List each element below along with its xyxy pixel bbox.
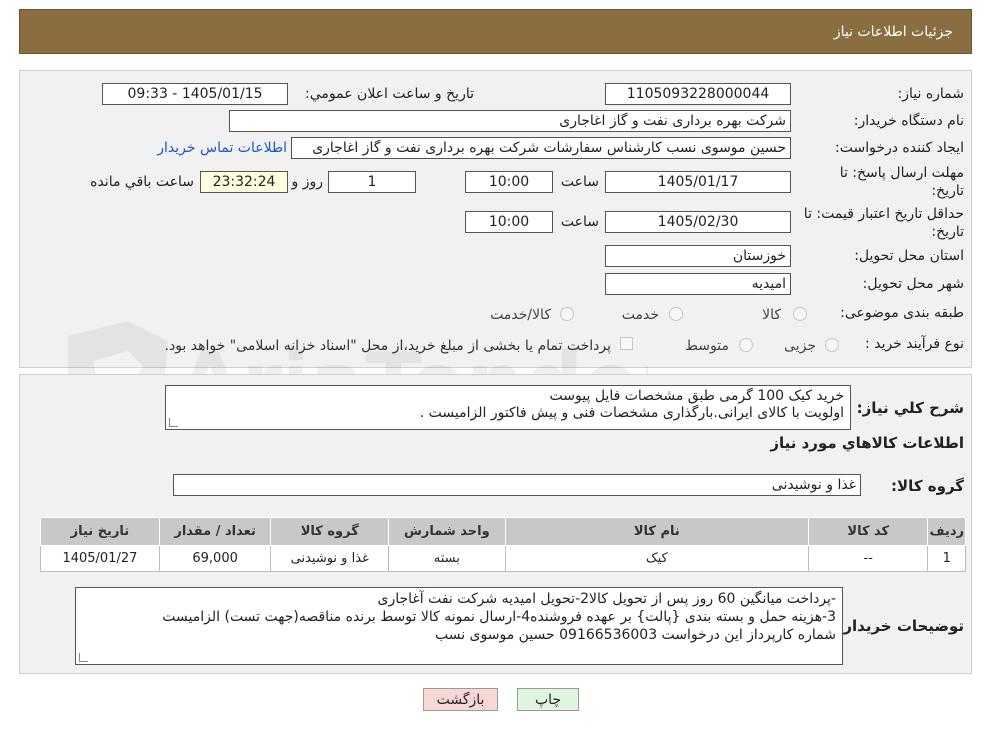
goods-info-panel: شرح کلي نياز: خرید کیک 100 گرمی طبق مشخص…	[19, 374, 972, 674]
creator-field[interactable]: حسین موسوی نسب کارشناس سفارشات شرکت بهره…	[291, 137, 791, 159]
cell-goods-code: --	[808, 545, 929, 572]
validity-date-field[interactable]: 1405/02/30	[605, 211, 791, 233]
creator-label: ایجاد کننده درخواست:	[835, 140, 964, 156]
cell-goods-name: کیک	[504, 545, 810, 572]
deadline-time-field[interactable]: 10:00	[465, 171, 553, 193]
validity-time-field[interactable]: 10:00	[465, 211, 553, 233]
page-title: جزئیات اطلاعات نیاز	[833, 23, 953, 40]
category-label: طبقه بندی موضوعی:	[840, 305, 964, 321]
resize-handle-icon[interactable]	[169, 418, 178, 427]
category-goods-service-label: کالا/خدمت	[490, 307, 551, 323]
cell-row-number: 1	[927, 545, 966, 572]
page-header: جزئیات اطلاعات نیاز	[19, 9, 972, 54]
description-textarea[interactable]: خرید کیک 100 گرمی طبق مشخصات فایل پیوست …	[165, 385, 851, 430]
goods-table: رديف کد کالا نام کالا واحد شمارش گروه کا…	[40, 517, 966, 572]
city-field[interactable]: امیدیه	[605, 273, 791, 295]
buyer-org-field[interactable]: شرکت بهره برداری نفت و گاز اغاجاری	[229, 110, 791, 132]
validity-time-label: ساعت	[560, 214, 599, 230]
announce-datetime-field[interactable]: 1405/01/15 - 09:33	[102, 83, 288, 105]
goods-group-label: گروه کالا:	[891, 477, 964, 495]
validity-label: حداقل تاریخ اعتبار قیمت: تا	[803, 206, 964, 222]
remaining-time-label: ساعت باقي مانده	[90, 174, 194, 190]
category-service-label: خدمت	[621, 307, 659, 323]
table-row: 1 -- کیک بسته غذا و نوشیدنی 69,000 1405/…	[40, 545, 966, 572]
deadline-date-field[interactable]: 1405/01/17	[605, 171, 791, 193]
need-number-field[interactable]: 1105093228000044	[605, 83, 791, 105]
col-goods-code: کد کالا	[808, 517, 929, 546]
goods-table-header: رديف کد کالا نام کالا واحد شمارش گروه کا…	[40, 517, 966, 546]
buyer-notes-line-1: -پرداخت میانگین 60 روز پس از تحویل کالا2…	[377, 591, 836, 607]
announce-label: تاریخ و ساعت اعلان عمومي:	[305, 86, 474, 102]
col-goods-group: گروه کالا	[270, 517, 390, 546]
col-quantity: تعداد / مقدار	[158, 517, 272, 546]
process-medium-label: متوسط	[685, 338, 729, 354]
col-goods-name: نام کالا	[504, 517, 810, 546]
col-unit: واحد شمارش	[388, 517, 506, 546]
days-label: روز و	[291, 174, 324, 190]
days-remaining-field[interactable]: 1	[328, 171, 416, 193]
print-button[interactable]: چاپ	[517, 688, 579, 711]
deadline-label-date: تاریخ:	[931, 183, 964, 199]
buyer-org-label: نام دستگاه خریدار:	[853, 113, 964, 129]
deadline-time-label: ساعت	[560, 174, 599, 190]
category-goods-radio[interactable]	[793, 307, 807, 321]
need-details-panel: AriaTender.neT شماره نیاز: 1105093228000…	[19, 70, 972, 441]
process-partial-radio[interactable]	[825, 338, 839, 352]
goods-group-field[interactable]: غذا و نوشیدنی	[173, 474, 861, 496]
treasury-payment-note: پرداخت تمام یا بخشی از مبلغ خرید،از محل …	[164, 338, 611, 354]
cell-unit: بسته	[388, 545, 506, 572]
description-label: شرح کلي نياز:	[856, 399, 964, 417]
process-partial-label: جزیی	[784, 338, 816, 354]
buyer-notes-textarea[interactable]: -پرداخت میانگین 60 روز پس از تحویل کالا2…	[75, 587, 843, 665]
process-type-label: نوع فرآیند خرید :	[865, 336, 964, 352]
description-line-1: خرید کیک 100 گرمی طبق مشخصات فایل پیوست	[549, 388, 844, 404]
category-service-radio[interactable]	[669, 307, 683, 321]
category-goods-label: کالا	[762, 307, 781, 323]
province-field[interactable]: خوزستان	[605, 245, 791, 267]
process-medium-radio[interactable]	[739, 338, 753, 352]
buyer-notes-label: توضیحات خریدار:	[837, 617, 964, 635]
need-number-label: شماره نیاز:	[897, 86, 965, 102]
col-row-number: رديف	[927, 517, 966, 546]
remaining-time-field: 23:32:24	[200, 171, 288, 193]
category-goods-service-radio[interactable]	[560, 307, 574, 321]
city-label: شهر محل تحویل:	[862, 276, 964, 292]
buyer-notes-line-2: 3-هزینه حمل و بسته بندی {پالت} بر عهده ف…	[162, 609, 836, 625]
cell-need-date: 1405/01/27	[40, 545, 160, 572]
cell-goods-group: غذا و نوشیدنی	[270, 545, 390, 572]
deadline-label: مهلت ارسال پاسخ: تا	[839, 165, 964, 181]
buyer-contact-link[interactable]: اطلاعات تماس خریدار	[157, 140, 287, 156]
resize-handle-icon[interactable]	[79, 653, 88, 662]
col-need-date: تاریخ نیاز	[40, 517, 160, 546]
goods-section-title: اطلاعات کالاهاي مورد نياز	[770, 434, 964, 452]
validity-label-date: تاریخ:	[931, 224, 964, 240]
back-button[interactable]: بازگشت	[423, 688, 498, 711]
treasury-bond-checkbox[interactable]	[620, 337, 633, 350]
buyer-notes-line-3: شماره کارپرداز این درخواست 09166536003 ح…	[434, 627, 836, 643]
description-line-2: اولویت با کالای ایرانی.بارگذاری مشخصات ف…	[419, 405, 844, 421]
province-label: استان محل تحویل:	[854, 248, 964, 264]
cell-quantity: 69,000	[158, 545, 272, 572]
